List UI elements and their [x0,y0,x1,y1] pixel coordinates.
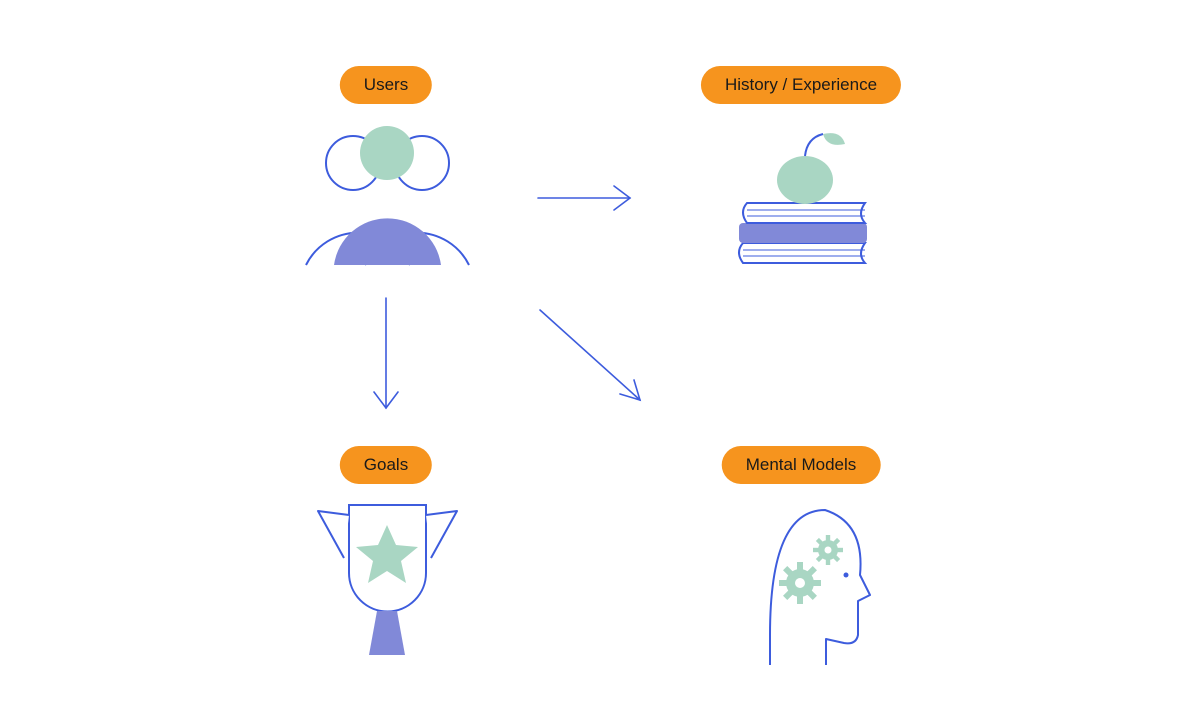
arrow-users-to-goals [374,298,398,408]
arrow-users-to-mental [540,310,640,400]
arrows-layer [0,0,1200,709]
arrow-users-to-history [538,186,630,210]
diagram-canvas: Users History / Experience Goals Mental … [0,0,1200,709]
